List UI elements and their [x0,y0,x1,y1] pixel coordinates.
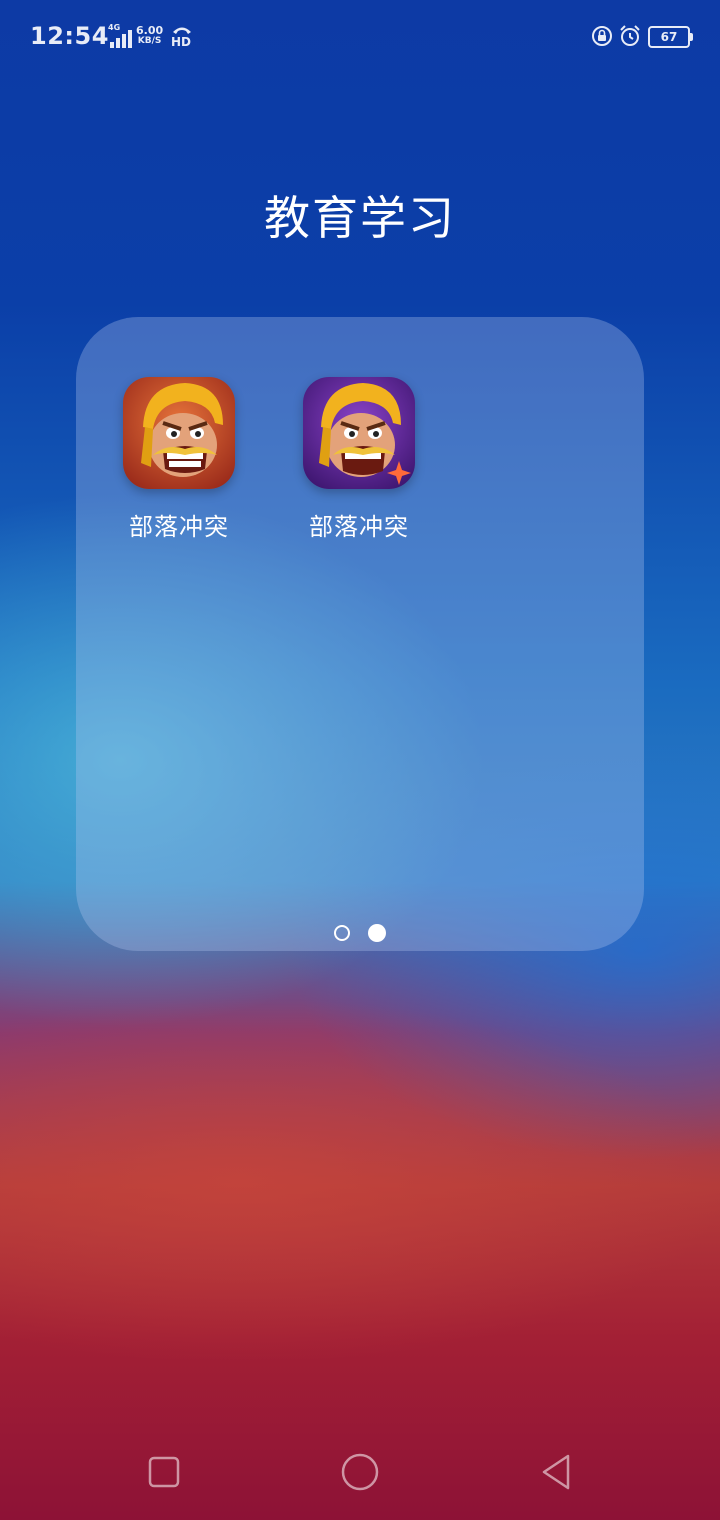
speed-value: 6.00 [136,24,164,37]
alarm-icon [618,24,642,52]
folder-title[interactable]: 教育学习 [0,182,720,248]
page-dot-1[interactable] [334,925,350,941]
recent-apps-icon[interactable] [144,1452,184,1492]
network-type: 4G [108,23,121,32]
page-indicator [76,924,644,945]
back-icon[interactable] [536,1452,576,1492]
clash-of-clans-variant-icon[interactable] [303,377,415,489]
navigation-bar [0,1420,720,1520]
hd-label: HD [171,35,192,49]
battery-level: 67 [660,30,678,44]
clash-of-clans-icon[interactable] [123,377,235,489]
app-label: 部落冲突 [129,513,229,541]
app-label: 部落冲突 [309,513,409,541]
status-time: 12:54 [30,22,109,50]
rotation-lock-icon [590,24,614,52]
app-clash-of-clans[interactable]: 部落冲突 [104,377,254,542]
home-icon[interactable] [340,1452,380,1492]
network-speed: 6.00 KB/S [136,25,163,47]
battery-icon: 67 [648,26,693,48]
signal-icon: 4G [102,23,132,48]
page-dot-2-active[interactable] [368,924,386,942]
app-folder: 部落冲突 部落冲突 [76,317,644,951]
status-right-icons: 67 [590,24,693,52]
speed-unit: KB/S [137,36,162,46]
call-hd-icon: HD [170,24,194,49]
status-bar: 12:54 4G 6.00 KB/S HD 67 [0,0,720,74]
app-clash-of-clans-2[interactable]: 部落冲突 [284,377,434,542]
